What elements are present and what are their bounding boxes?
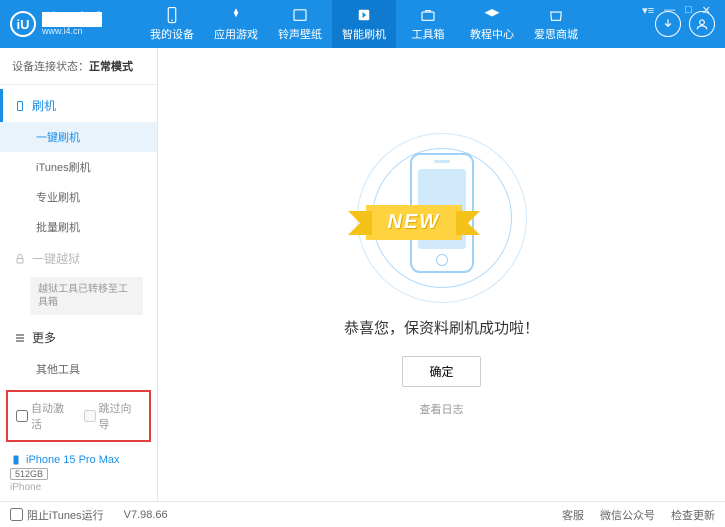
nav-toolbox[interactable]: 工具箱 [396, 0, 460, 48]
sidebar-item-itunes-flash[interactable]: iTunes刷机 [0, 152, 157, 182]
sidebar-item-batch-flash[interactable]: 批量刷机 [0, 212, 157, 242]
menu-icon [14, 332, 26, 344]
version-label: V7.98.66 [124, 509, 168, 521]
skip-guide-checkbox[interactable]: 跳过向导 [84, 400, 142, 432]
logo-icon: iU [10, 11, 36, 37]
options-box: 自动激活 跳过向导 [6, 390, 151, 442]
ok-button[interactable]: 确定 [402, 356, 480, 387]
titlebar: iU 爱思助手 www.i4.cn 我的设备 应用游戏 铃声壁纸 智能刷机 工具… [0, 0, 725, 48]
app-name: 爱思助手 [42, 12, 102, 27]
nav-label: 我的设备 [150, 26, 194, 42]
sidebar: 设备连接状态：正常模式 刷机 一键刷机 iTunes刷机 专业刷机 批量刷机 一… [0, 48, 158, 501]
nav-label: 教程中心 [470, 26, 514, 42]
new-badge: NEW [366, 205, 463, 240]
app-url: www.i4.cn [42, 27, 102, 36]
phone-icon [10, 454, 22, 466]
wechat-link[interactable]: 微信公众号 [600, 507, 655, 523]
sidebar-group-flash[interactable]: 刷机 [0, 89, 157, 122]
device-name[interactable]: iPhone 15 Pro Max [10, 454, 147, 466]
store-icon [547, 6, 565, 24]
nav-label: 应用游戏 [214, 26, 258, 42]
close-icon[interactable]: ✕ [702, 4, 711, 17]
device-info: iPhone 15 Pro Max 512GB iPhone [0, 448, 157, 501]
nav-store[interactable]: 爱思商城 [524, 0, 588, 48]
sidebar-item-one-key-flash[interactable]: 一键刷机 [0, 122, 157, 152]
check-update-link[interactable]: 检查更新 [671, 507, 715, 523]
menu-icon[interactable]: ▾≡ [642, 4, 654, 17]
view-log-link[interactable]: 查看日志 [420, 401, 464, 417]
nav-apps-games[interactable]: 应用游戏 [204, 0, 268, 48]
success-message: 恭喜您，保资料刷机成功啦！ [344, 317, 539, 338]
nav-tutorial[interactable]: 教程中心 [460, 0, 524, 48]
nav-smart-flash[interactable]: 智能刷机 [332, 0, 396, 48]
nav-ringtone-wallpaper[interactable]: 铃声壁纸 [268, 0, 332, 48]
nav-label: 工具箱 [412, 26, 445, 42]
jailbreak-note: 越狱工具已转移至工具箱 [30, 277, 143, 315]
picture-icon [291, 6, 309, 24]
auto-activate-checkbox[interactable]: 自动激活 [16, 400, 74, 432]
sidebar-group-jailbreak: 一键越狱 [0, 242, 157, 275]
apps-icon [227, 6, 245, 24]
phone-icon [14, 100, 26, 112]
top-nav: 我的设备 应用游戏 铃声壁纸 智能刷机 工具箱 教程中心 爱思商城 [140, 0, 588, 48]
nav-label: 铃声壁纸 [278, 26, 322, 42]
sidebar-item-pro-flash[interactable]: 专业刷机 [0, 182, 157, 212]
flash-icon [355, 6, 373, 24]
nav-label: 爱思商城 [534, 26, 578, 42]
window-controls: ▾≡ — □ ✕ [642, 4, 711, 17]
app-logo: iU 爱思助手 www.i4.cn [10, 11, 140, 37]
success-illustration: NEW [332, 133, 552, 303]
minimize-icon[interactable]: — [664, 4, 675, 17]
sidebar-group-more[interactable]: 更多 [0, 321, 157, 354]
support-link[interactable]: 客服 [562, 507, 584, 523]
main-content: NEW 恭喜您，保资料刷机成功啦！ 确定 查看日志 [158, 48, 725, 501]
sidebar-item-other-tools[interactable]: 其他工具 [0, 354, 157, 384]
phone-icon [163, 6, 181, 24]
nav-label: 智能刷机 [342, 26, 386, 42]
graduation-icon [483, 6, 501, 24]
maximize-icon[interactable]: □ [685, 4, 692, 17]
connection-status: 设备连接状态：正常模式 [0, 48, 157, 85]
nav-my-device[interactable]: 我的设备 [140, 0, 204, 48]
lock-icon [14, 253, 26, 265]
toolbox-icon [419, 6, 437, 24]
statusbar: 阻止iTunes运行 V7.98.66 客服 微信公众号 检查更新 [0, 501, 725, 527]
storage-badge: 512GB [10, 468, 48, 480]
device-type: iPhone [10, 482, 147, 493]
block-itunes-checkbox[interactable]: 阻止iTunes运行 [10, 507, 104, 523]
